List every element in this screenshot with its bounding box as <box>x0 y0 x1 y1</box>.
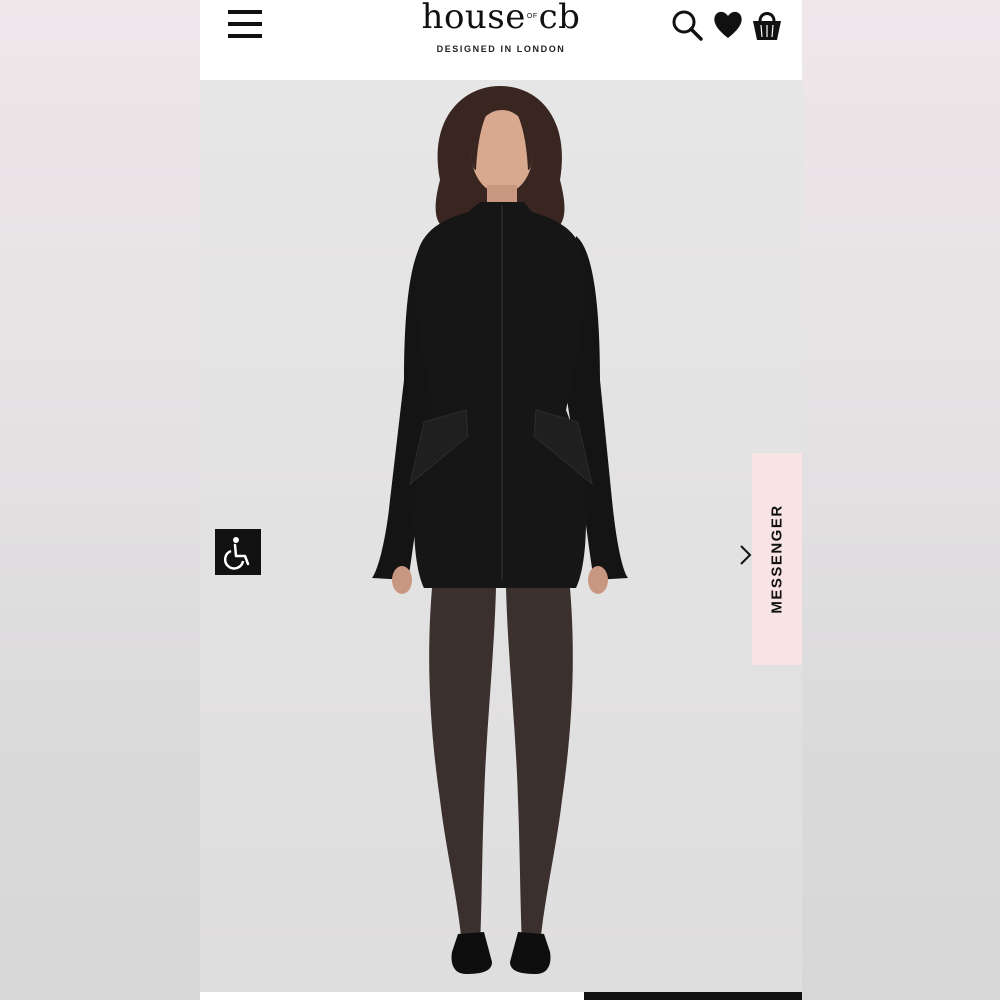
messenger-label: MESSENGER <box>768 504 786 614</box>
menu-icon[interactable] <box>226 8 266 42</box>
logo-wordmark: houseOFcb <box>421 0 581 37</box>
shopping-bag-icon[interactable] <box>750 8 784 42</box>
brand-logo[interactable]: houseOFcb DESIGNED IN LONDON <box>390 0 612 60</box>
wheelchair-icon[interactable] <box>215 529 261 575</box>
messenger-tab[interactable]: MESSENGER <box>752 453 802 665</box>
app-screen: houseOFcb DESIGNED IN LONDON MESSENGER <box>200 0 802 1000</box>
search-icon[interactable] <box>670 8 704 42</box>
site-header: houseOFcb DESIGNED IN LONDON <box>200 0 802 80</box>
model-figure <box>372 86 628 974</box>
product-image[interactable]: MESSENGER <box>200 80 802 992</box>
logo-tagline: DESIGNED IN LONDON <box>436 44 566 54</box>
bottom-action-bar[interactable] <box>584 992 802 1000</box>
heart-icon[interactable] <box>711 8 745 42</box>
